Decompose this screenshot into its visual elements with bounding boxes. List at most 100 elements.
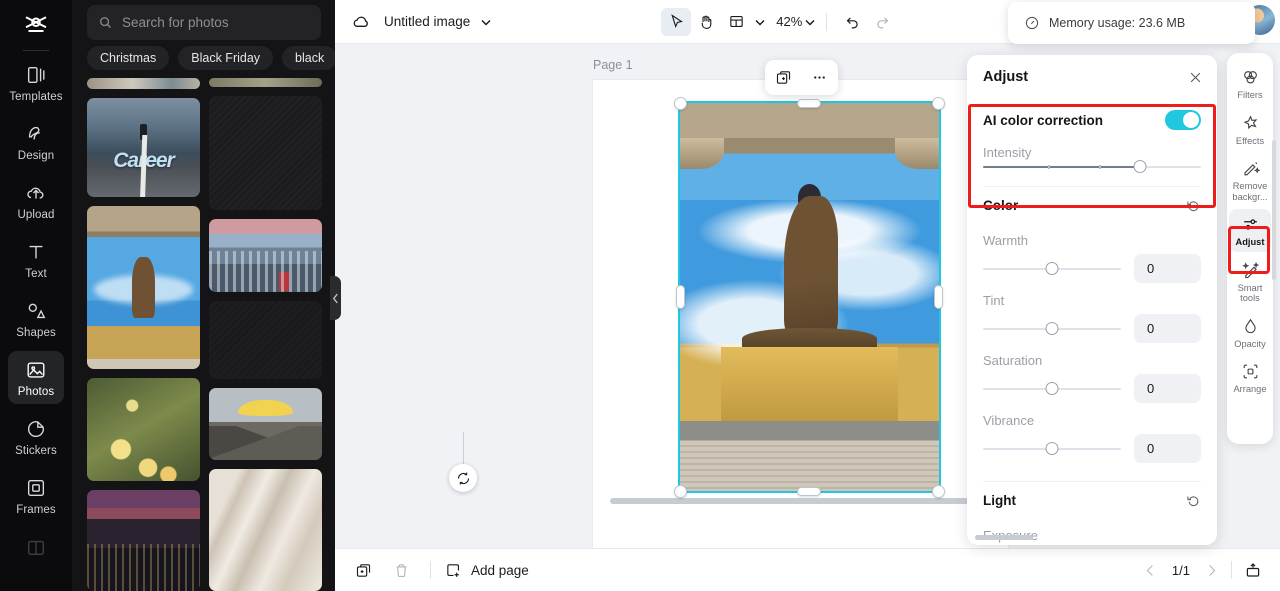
photo-thumbnail[interactable] <box>209 468 322 591</box>
sidebar-item-upload[interactable]: Upload <box>8 174 64 227</box>
photo-thumbnail[interactable]: Career <box>87 97 200 197</box>
arrange-icon <box>1243 364 1257 379</box>
photo-thumbnail[interactable] <box>209 95 322 211</box>
close-icon[interactable] <box>1188 70 1203 85</box>
adjust-panel: Adjust AI color correction Intensity Col… <box>967 55 1217 545</box>
intensity-slider[interactable] <box>983 160 1201 173</box>
memory-usage-toast: Memory usage: 23.6 MB <box>1008 2 1255 44</box>
tool-label: Effects <box>1235 135 1265 146</box>
document-title[interactable]: Untitled image <box>384 14 470 29</box>
photo-thumbnail[interactable] <box>209 387 322 460</box>
reset-icon[interactable] <box>1186 493 1201 508</box>
sidebar-item-photos[interactable]: Photos <box>8 351 64 404</box>
duplicate-icon[interactable] <box>775 69 792 86</box>
next-page-button[interactable] <box>1204 563 1219 578</box>
cloud-saved-icon[interactable] <box>350 11 372 33</box>
zoom-caret-icon[interactable] <box>804 16 816 28</box>
sidebar-item-text[interactable]: Text <box>8 233 64 286</box>
prev-page-button[interactable] <box>1143 563 1158 578</box>
search-input[interactable]: Search for photos <box>87 5 321 40</box>
tool-arrange[interactable]: Arrange <box>1229 356 1271 399</box>
select-tool-button[interactable] <box>661 7 692 36</box>
resize-handle-top[interactable] <box>797 99 821 108</box>
layout-tool-button[interactable] <box>721 8 751 36</box>
hand-icon <box>701 15 712 29</box>
vibrance-slider[interactable] <box>983 441 1121 455</box>
layout-caret-icon[interactable] <box>754 16 766 28</box>
tool-remove-background[interactable]: Remove backgr... <box>1229 153 1271 206</box>
sidebar-item-shapes[interactable]: Shapes <box>8 292 64 345</box>
page-label: Page 1 <box>593 58 633 72</box>
adjust-panel-body[interactable]: AI color correction Intensity Color Warm… <box>967 99 1217 545</box>
tint-value[interactable]: 0 <box>1134 314 1201 343</box>
selected-image-object[interactable] <box>678 101 941 493</box>
saturation-slider[interactable] <box>983 381 1121 395</box>
warmth-value[interactable]: 0 <box>1134 254 1201 283</box>
capcut-logo-icon[interactable] <box>19 9 53 43</box>
photo-thumbnail[interactable] <box>209 301 322 379</box>
export-icon <box>1246 563 1260 577</box>
chevron-down-icon[interactable] <box>480 16 492 28</box>
sidebar-item-label: Templates <box>9 91 63 103</box>
rotate-handle[interactable] <box>449 464 477 492</box>
tool-opacity[interactable]: Opacity <box>1229 311 1271 354</box>
sidebar-item-design[interactable]: Design <box>8 115 64 168</box>
layout-grid-icon <box>730 15 743 28</box>
resize-handle-top-left[interactable] <box>674 97 687 110</box>
collapse-panel-handle[interactable] <box>330 276 341 320</box>
zoom-level[interactable]: 42% <box>776 14 802 29</box>
reset-icon[interactable] <box>1186 198 1201 213</box>
duplicate-page-button[interactable] <box>348 556 378 584</box>
tool-smart-tools[interactable]: Smart tools <box>1229 255 1271 308</box>
resize-handle-top-right[interactable] <box>932 97 945 110</box>
add-page-button[interactable]: Add page <box>445 562 529 579</box>
warmth-slider[interactable] <box>983 261 1121 275</box>
photo-thumbnail[interactable] <box>87 378 200 482</box>
adjust-panel-scrollbar[interactable] <box>975 535 1033 540</box>
rotate-stem <box>463 432 464 468</box>
tag-chip[interactable]: Christmas <box>87 46 170 70</box>
export-button[interactable] <box>1244 561 1262 579</box>
tool-filters[interactable]: Filters <box>1229 62 1271 105</box>
intensity-slider-row <box>983 160 1201 173</box>
tag-chip[interactable]: Black Friday <box>178 46 274 70</box>
photo-thumbnail[interactable] <box>87 205 200 370</box>
resize-handle-left[interactable] <box>676 285 685 309</box>
sidebar-item-frames[interactable]: Frames <box>8 469 64 522</box>
page-navigation: 1/1 <box>1143 561 1280 579</box>
vibrance-value[interactable]: 0 <box>1134 434 1201 463</box>
delete-page-button[interactable] <box>386 556 416 584</box>
redo-button[interactable] <box>867 8 897 36</box>
photo-thumbnail-grid[interactable]: Career <box>87 78 335 591</box>
saturation-value[interactable]: 0 <box>1134 374 1201 403</box>
hand-tool-button[interactable] <box>691 8 721 36</box>
sidebar-item-label: Upload <box>17 209 55 221</box>
tool-effects[interactable]: Effects <box>1229 108 1271 151</box>
light-section-title: Light <box>983 492 1016 508</box>
resize-handle-bottom[interactable] <box>797 487 821 496</box>
opacity-icon <box>1244 318 1256 333</box>
sidebar-item-more[interactable] <box>8 528 64 564</box>
left-sidebar: Templates Design Upload Text Shapes Phot… <box>0 0 72 591</box>
tint-slider[interactable] <box>983 321 1121 335</box>
upload-icon <box>24 181 48 205</box>
duplicate-page-icon <box>356 563 370 577</box>
photo-thumbnail[interactable] <box>209 78 322 87</box>
tool-adjust[interactable]: Adjust <box>1229 209 1271 252</box>
tag-chip[interactable]: black <box>282 46 335 70</box>
sidebar-divider <box>23 50 49 51</box>
right-rail-scrollbar[interactable] <box>1272 140 1276 280</box>
undo-button[interactable] <box>837 8 867 36</box>
photo-thumbnail[interactable] <box>209 219 322 293</box>
resize-handle-bottom-left[interactable] <box>674 485 687 498</box>
photo-thumbnail[interactable] <box>87 78 200 89</box>
ai-color-correction-toggle[interactable] <box>1165 110 1201 130</box>
photo-thumbnail[interactable] <box>87 490 200 591</box>
remove-bg-icon <box>1243 162 1260 176</box>
chevron-left-icon <box>332 293 338 303</box>
resize-handle-right[interactable] <box>934 285 943 309</box>
sidebar-item-templates[interactable]: Templates <box>8 56 64 109</box>
resize-handle-bottom-right[interactable] <box>932 485 945 498</box>
sidebar-item-stickers[interactable]: Stickers <box>8 410 64 463</box>
ellipsis-icon[interactable] <box>811 69 828 86</box>
